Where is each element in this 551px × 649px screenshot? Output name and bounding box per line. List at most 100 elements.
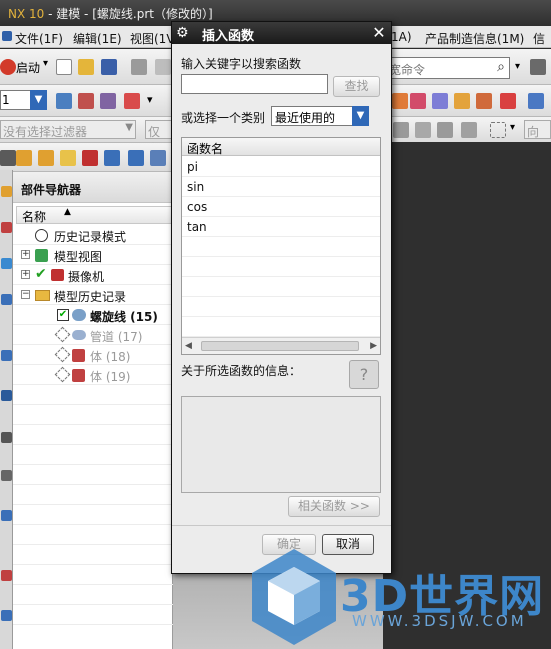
list-item[interactable]: pi bbox=[182, 157, 380, 177]
chevron-down-icon[interactable]: ▾ bbox=[147, 93, 153, 106]
related-functions-button[interactable]: 相关函数 >> bbox=[288, 496, 380, 517]
chevron-down-icon[interactable]: ▾ bbox=[515, 61, 520, 72]
resource-icon[interactable] bbox=[0, 150, 16, 166]
blend-icon[interactable] bbox=[476, 93, 492, 109]
stop-icon[interactable] bbox=[82, 150, 98, 166]
tree-item-tube[interactable]: 管道 (17) bbox=[13, 325, 173, 345]
menu-partial-item[interactable]: 1A) bbox=[391, 30, 412, 44]
chevron-down-icon[interactable]: ▾ bbox=[43, 58, 48, 69]
constraint-navigator-icon[interactable] bbox=[1, 222, 12, 233]
tree-item-label: 螺旋线 (15) bbox=[90, 310, 158, 324]
collapse-icon[interactable]: − bbox=[21, 290, 30, 299]
chevron-down-icon[interactable]: ▼ bbox=[30, 90, 47, 110]
scope-filter-select[interactable]: 仅在 bbox=[145, 120, 172, 156]
function-name-column-header[interactable]: 函数名 bbox=[182, 138, 380, 156]
chevron-down-icon[interactable]: ▾ bbox=[510, 122, 515, 133]
snap-rotate-icon[interactable] bbox=[437, 122, 453, 138]
visibility-checkbox[interactable]: ✔ bbox=[57, 309, 69, 321]
list-item[interactable]: cos bbox=[182, 197, 380, 217]
edge-icon[interactable] bbox=[432, 93, 448, 109]
close-icon[interactable]: ✕ bbox=[370, 24, 388, 42]
part-icon[interactable] bbox=[38, 150, 54, 166]
wrench-icon[interactable] bbox=[150, 150, 166, 166]
shade-icon[interactable] bbox=[500, 93, 516, 109]
wcs-icon[interactable] bbox=[78, 93, 94, 109]
tree-item-cameras[interactable]: + ✔ 摄像机 bbox=[13, 265, 173, 285]
expand-icon[interactable]: + bbox=[21, 250, 30, 259]
horizontal-scrollbar[interactable]: ◀ ▶ bbox=[182, 337, 380, 354]
grid-icon[interactable] bbox=[128, 150, 144, 166]
hidden-checkbox[interactable] bbox=[54, 346, 71, 363]
gear-icon[interactable]: ⚙ bbox=[176, 25, 192, 41]
face-icon[interactable] bbox=[410, 93, 426, 109]
scroll-left-icon[interactable]: ◀ bbox=[185, 341, 192, 351]
menu-app-icon bbox=[2, 31, 12, 41]
list-item[interactable]: tan bbox=[182, 217, 380, 237]
hidden-checkbox[interactable] bbox=[54, 366, 71, 383]
tree-item-label: 历史记录模式 bbox=[54, 230, 127, 244]
tree-item-helix[interactable]: ✔ 螺旋线 (15) bbox=[13, 305, 173, 325]
chevron-down-icon[interactable]: ▼ bbox=[352, 106, 369, 126]
search-icon[interactable]: ⌕ bbox=[497, 59, 505, 75]
expand-icon[interactable]: + bbox=[21, 270, 30, 279]
save-icon[interactable] bbox=[101, 59, 117, 75]
tree-item-model-views[interactable]: + 模型视图 bbox=[13, 245, 173, 265]
cut-icon[interactable] bbox=[131, 59, 147, 75]
selection-filter-select[interactable]: 没有选择过滤器 ▼ bbox=[0, 120, 136, 139]
empty-row bbox=[182, 317, 380, 337]
tree-item-body-18[interactable]: 体 (18) bbox=[13, 345, 173, 365]
empty-row bbox=[182, 277, 380, 297]
assembly-icon[interactable] bbox=[60, 150, 76, 166]
copy-icon[interactable] bbox=[155, 59, 171, 75]
assembly-navigator-icon[interactable] bbox=[1, 186, 12, 197]
menu-edit[interactable]: 编辑(1E) bbox=[73, 30, 122, 47]
layout-icon[interactable] bbox=[104, 150, 120, 166]
book-icon[interactable] bbox=[16, 150, 32, 166]
process-icon[interactable] bbox=[1, 610, 12, 621]
scroll-right-icon[interactable]: ▶ bbox=[370, 341, 377, 351]
orient-icon[interactable] bbox=[100, 93, 116, 109]
find-button[interactable]: 查找 bbox=[333, 76, 380, 97]
feature-icon[interactable] bbox=[392, 93, 408, 109]
start-icon bbox=[0, 59, 16, 75]
open-folder-icon[interactable] bbox=[78, 59, 94, 75]
scrollbar-thumb[interactable] bbox=[201, 341, 359, 351]
help-icon[interactable]: ? bbox=[349, 360, 379, 389]
layer-number-field[interactable]: 1 bbox=[0, 90, 34, 110]
tree-item-body-19[interactable]: 体 (19) bbox=[13, 365, 173, 385]
layer-icon[interactable] bbox=[56, 93, 72, 109]
empty-row bbox=[182, 297, 380, 317]
function-search-input[interactable] bbox=[181, 74, 328, 94]
history-icon[interactable] bbox=[1, 258, 12, 269]
function-name: pi bbox=[187, 160, 198, 174]
body-icon[interactable] bbox=[454, 93, 470, 109]
clock-icon[interactable] bbox=[1, 432, 12, 443]
selection-scope-select[interactable]: 向网 bbox=[524, 120, 551, 156]
new-file-icon[interactable] bbox=[56, 59, 72, 75]
system-icon[interactable] bbox=[1, 510, 12, 521]
hidden-checkbox[interactable] bbox=[54, 326, 71, 343]
box-select-icon[interactable] bbox=[490, 122, 506, 138]
menu-pmi[interactable]: 产品制造信息(1M) bbox=[425, 30, 524, 47]
view-cube-icon[interactable] bbox=[528, 93, 544, 109]
function-name: sin bbox=[187, 180, 205, 194]
dialog-title-bar[interactable]: ⚙ 插入函数 ✕ bbox=[172, 22, 391, 44]
start-menu-button[interactable]: 启动 bbox=[16, 59, 40, 76]
snap-point-icon[interactable] bbox=[393, 122, 409, 138]
name-column-header[interactable]: 名称 ▲ bbox=[16, 206, 173, 224]
snap-move-icon[interactable] bbox=[461, 122, 477, 138]
command-search-field[interactable]: 宽命令 ⌕ bbox=[386, 57, 510, 79]
list-item[interactable]: sin bbox=[182, 177, 380, 197]
visual-report-icon[interactable] bbox=[1, 570, 12, 581]
insert-function-dialog: ⚙ 插入函数 ✕ 输入关键字以搜索函数 查找 或选择一个类别 最近使用的 ▼ 函… bbox=[171, 21, 392, 574]
toolbar-tool-icon[interactable] bbox=[530, 59, 546, 75]
web-browser-icon[interactable] bbox=[1, 350, 12, 361]
tree-item-history-mode[interactable]: 历史记录模式 bbox=[13, 225, 173, 245]
tree-item-model-history[interactable]: − 模型历史记录 bbox=[13, 285, 173, 305]
role-icon[interactable] bbox=[1, 470, 12, 481]
snap-grid-icon[interactable] bbox=[415, 122, 431, 138]
menu-file[interactable]: 文件(1F) bbox=[15, 30, 63, 47]
palette-icon[interactable] bbox=[1, 390, 12, 401]
axis-icon[interactable] bbox=[124, 93, 140, 109]
reuse-library-icon[interactable] bbox=[1, 294, 12, 305]
